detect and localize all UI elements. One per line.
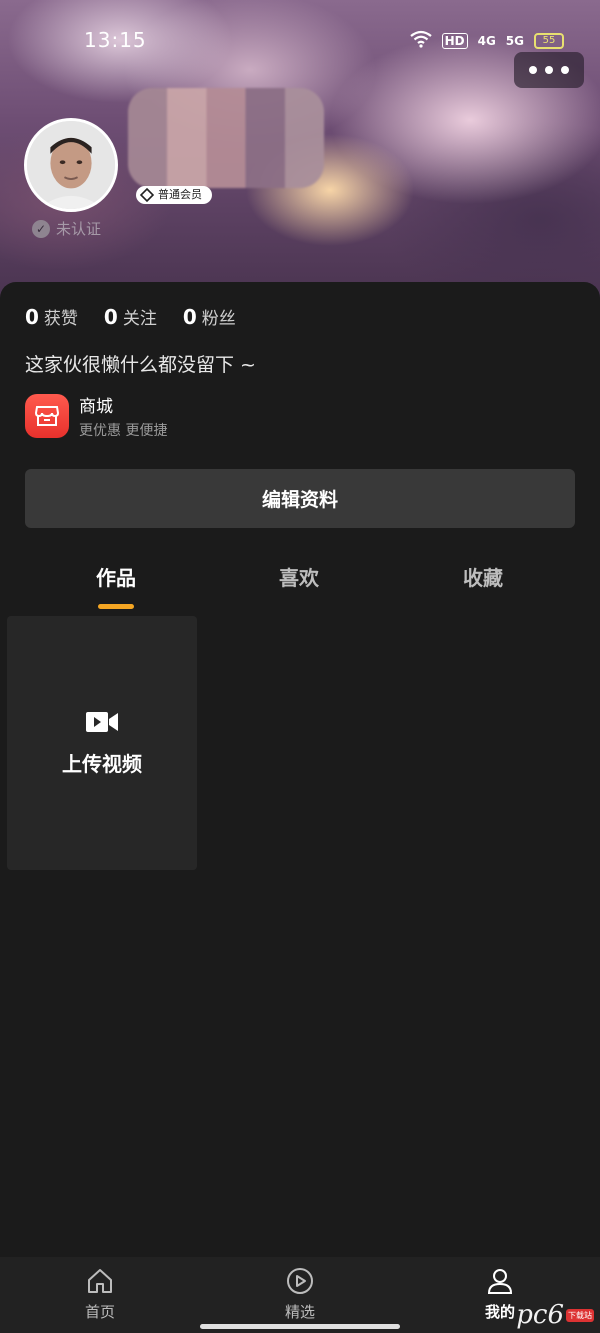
avatar[interactable] <box>24 118 118 212</box>
more-options-button[interactable] <box>514 52 584 88</box>
mall-title: 商城 <box>79 397 113 417</box>
status-bar: 13:15 HD 4G 5G 55 <box>0 0 600 80</box>
nav-label: 首页 <box>84 1303 115 1321</box>
stat-label: 获赞 <box>43 309 78 329</box>
mall-entry[interactable]: 商城 更优惠 更便捷 <box>25 392 167 440</box>
stat-count: 0 <box>25 305 39 329</box>
check-icon: ✓ <box>32 219 50 238</box>
verify-status-label: 未认证 <box>56 220 102 238</box>
nav-home[interactable]: 首页 <box>60 1267 140 1322</box>
dot-icon <box>529 66 537 74</box>
home-indicator[interactable] <box>200 1324 400 1329</box>
nav-featured[interactable]: 精选 <box>260 1267 340 1322</box>
nav-label: 精选 <box>284 1303 315 1321</box>
member-badge[interactable]: 普通会员 <box>136 186 212 204</box>
stat-label: 关注 <box>122 309 157 329</box>
stats-row: 0 获赞 0 关注 0 粉丝 <box>25 304 236 329</box>
upload-video-card[interactable]: 上传视频 <box>7 616 197 870</box>
watermark-text: pc6 <box>516 1300 564 1330</box>
bottom-navigation: 首页 精选 我的 <box>0 1257 600 1333</box>
home-icon <box>88 1269 112 1293</box>
content-tabs: 作品 喜欢 收藏 <box>0 552 600 612</box>
username-blurred <box>128 88 324 188</box>
profile-panel: 0 获赞 0 关注 0 粉丝 这家伙很懒什么都没留下 ~ 商城 更优惠 更便捷 … <box>0 282 600 1257</box>
upload-video-label: 上传视频 <box>62 751 142 776</box>
stat-likes[interactable]: 0 获赞 <box>25 304 78 329</box>
bio-text: 这家伙很懒什么都没留下 ~ <box>25 354 256 376</box>
mall-subtitle: 更优惠 更便捷 <box>79 423 168 439</box>
hd-icon: HD <box>441 33 468 49</box>
signal-5g-icon: 5G <box>505 34 524 48</box>
video-camera-icon <box>86 711 118 732</box>
dot-icon <box>545 66 553 74</box>
dot-icon <box>561 66 569 74</box>
store-icon <box>25 394 69 438</box>
stat-followers[interactable]: 0 粉丝 <box>183 304 236 329</box>
member-badge-label: 普通会员 <box>158 188 202 201</box>
battery-icon: 55 <box>534 33 564 49</box>
tab-active-indicator <box>98 604 134 609</box>
stat-count: 0 <box>103 305 118 329</box>
edit-profile-button[interactable]: 编辑资料 <box>25 469 575 528</box>
status-icons: HD 4G 5G 55 <box>409 30 564 52</box>
stat-count: 0 <box>182 305 197 329</box>
status-time: 13:15 <box>84 28 147 52</box>
stat-following[interactable]: 0 关注 <box>104 304 157 329</box>
wifi-icon <box>409 30 432 52</box>
stat-label: 粉丝 <box>201 309 236 329</box>
nav-label: 我的 <box>484 1303 515 1321</box>
tab-works[interactable]: 作品 <box>96 562 136 591</box>
tab-likes[interactable]: 喜欢 <box>279 562 319 591</box>
user-icon <box>487 1269 513 1294</box>
diamond-icon <box>140 188 154 202</box>
signal-4g-icon: 4G <box>477 34 496 48</box>
play-circle-icon <box>287 1268 313 1294</box>
watermark-sub: 下载站 <box>566 1308 594 1322</box>
tab-favorites[interactable]: 收藏 <box>463 562 503 591</box>
verify-status[interactable]: ✓ 未认证 <box>32 218 101 239</box>
watermark: pc6 下载站 <box>516 1300 594 1330</box>
